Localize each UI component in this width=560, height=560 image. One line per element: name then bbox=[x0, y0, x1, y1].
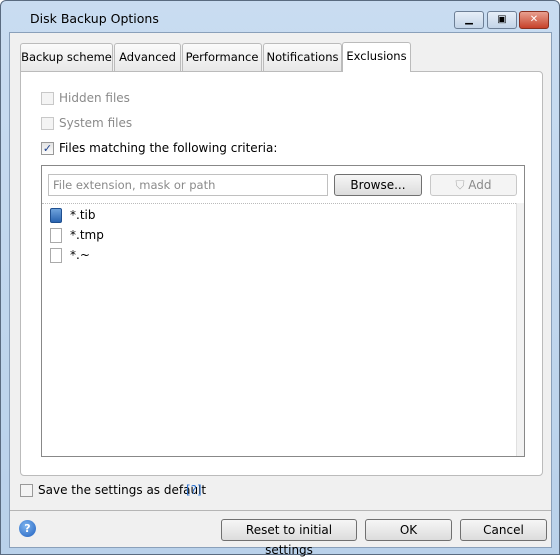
item-text: *.tmp bbox=[70, 228, 104, 242]
reset-button[interactable]: Reset to initial settings bbox=[221, 519, 357, 557]
tab-backup-scheme[interactable]: Backup scheme bbox=[20, 43, 113, 71]
filter-add-icon: ⛉ bbox=[455, 178, 465, 192]
hidden-files-checkbox[interactable] bbox=[41, 92, 54, 105]
tab-exclusions[interactable]: Exclusions bbox=[342, 42, 411, 72]
ok-button[interactable]: OK bbox=[365, 519, 452, 541]
divider bbox=[42, 203, 524, 204]
list-scrollbar[interactable] bbox=[516, 203, 524, 456]
tab-performance[interactable]: Performance bbox=[182, 43, 262, 71]
footer-divider bbox=[10, 510, 551, 511]
save-default-checkbox[interactable] bbox=[20, 484, 33, 497]
add-button[interactable]: ⛉ Add bbox=[430, 174, 517, 196]
exclusion-list-box: File extension, mask or path Browse... ⛉… bbox=[41, 165, 525, 457]
help-icon[interactable]: ? bbox=[19, 520, 36, 537]
system-files-checkbox[interactable] bbox=[41, 117, 54, 130]
criteria-label: Files matching the following criteria: bbox=[59, 141, 278, 155]
mask-input[interactable]: File extension, mask or path bbox=[48, 174, 328, 196]
add-label: Add bbox=[468, 178, 492, 192]
cancel-button[interactable]: Cancel bbox=[460, 519, 547, 541]
save-default-help-link[interactable]: [?] bbox=[186, 483, 202, 497]
system-files-label: System files bbox=[59, 116, 133, 130]
file-icon bbox=[50, 248, 62, 263]
tab-advanced[interactable]: Advanced bbox=[114, 43, 181, 71]
criteria-checkbox[interactable]: ✓ bbox=[41, 142, 54, 155]
file-icon bbox=[50, 228, 62, 243]
hidden-files-label: Hidden files bbox=[59, 91, 130, 105]
item-text: *.~ bbox=[70, 248, 90, 262]
dialog-body: Backup scheme Advanced Performance Notif… bbox=[9, 32, 552, 557]
browse-button[interactable]: Browse... bbox=[334, 174, 422, 196]
minimize-button[interactable]: ▁ bbox=[454, 11, 484, 29]
maximize-button[interactable]: ▣ bbox=[487, 11, 517, 29]
item-text: *.tib bbox=[70, 208, 96, 222]
window-title: Disk Backup Options bbox=[30, 11, 159, 26]
close-button[interactable]: ✕ bbox=[519, 11, 549, 29]
exclusions-panel: Hidden files System files ✓ Files matchi… bbox=[20, 71, 543, 476]
dialog-window: Disk Backup Options ▁ ▣ ✕ Backup scheme … bbox=[0, 0, 560, 557]
tib-file-icon bbox=[50, 208, 62, 223]
tab-notifications[interactable]: Notifications bbox=[263, 43, 342, 71]
save-default-label: Save the settings as default bbox=[38, 483, 207, 497]
